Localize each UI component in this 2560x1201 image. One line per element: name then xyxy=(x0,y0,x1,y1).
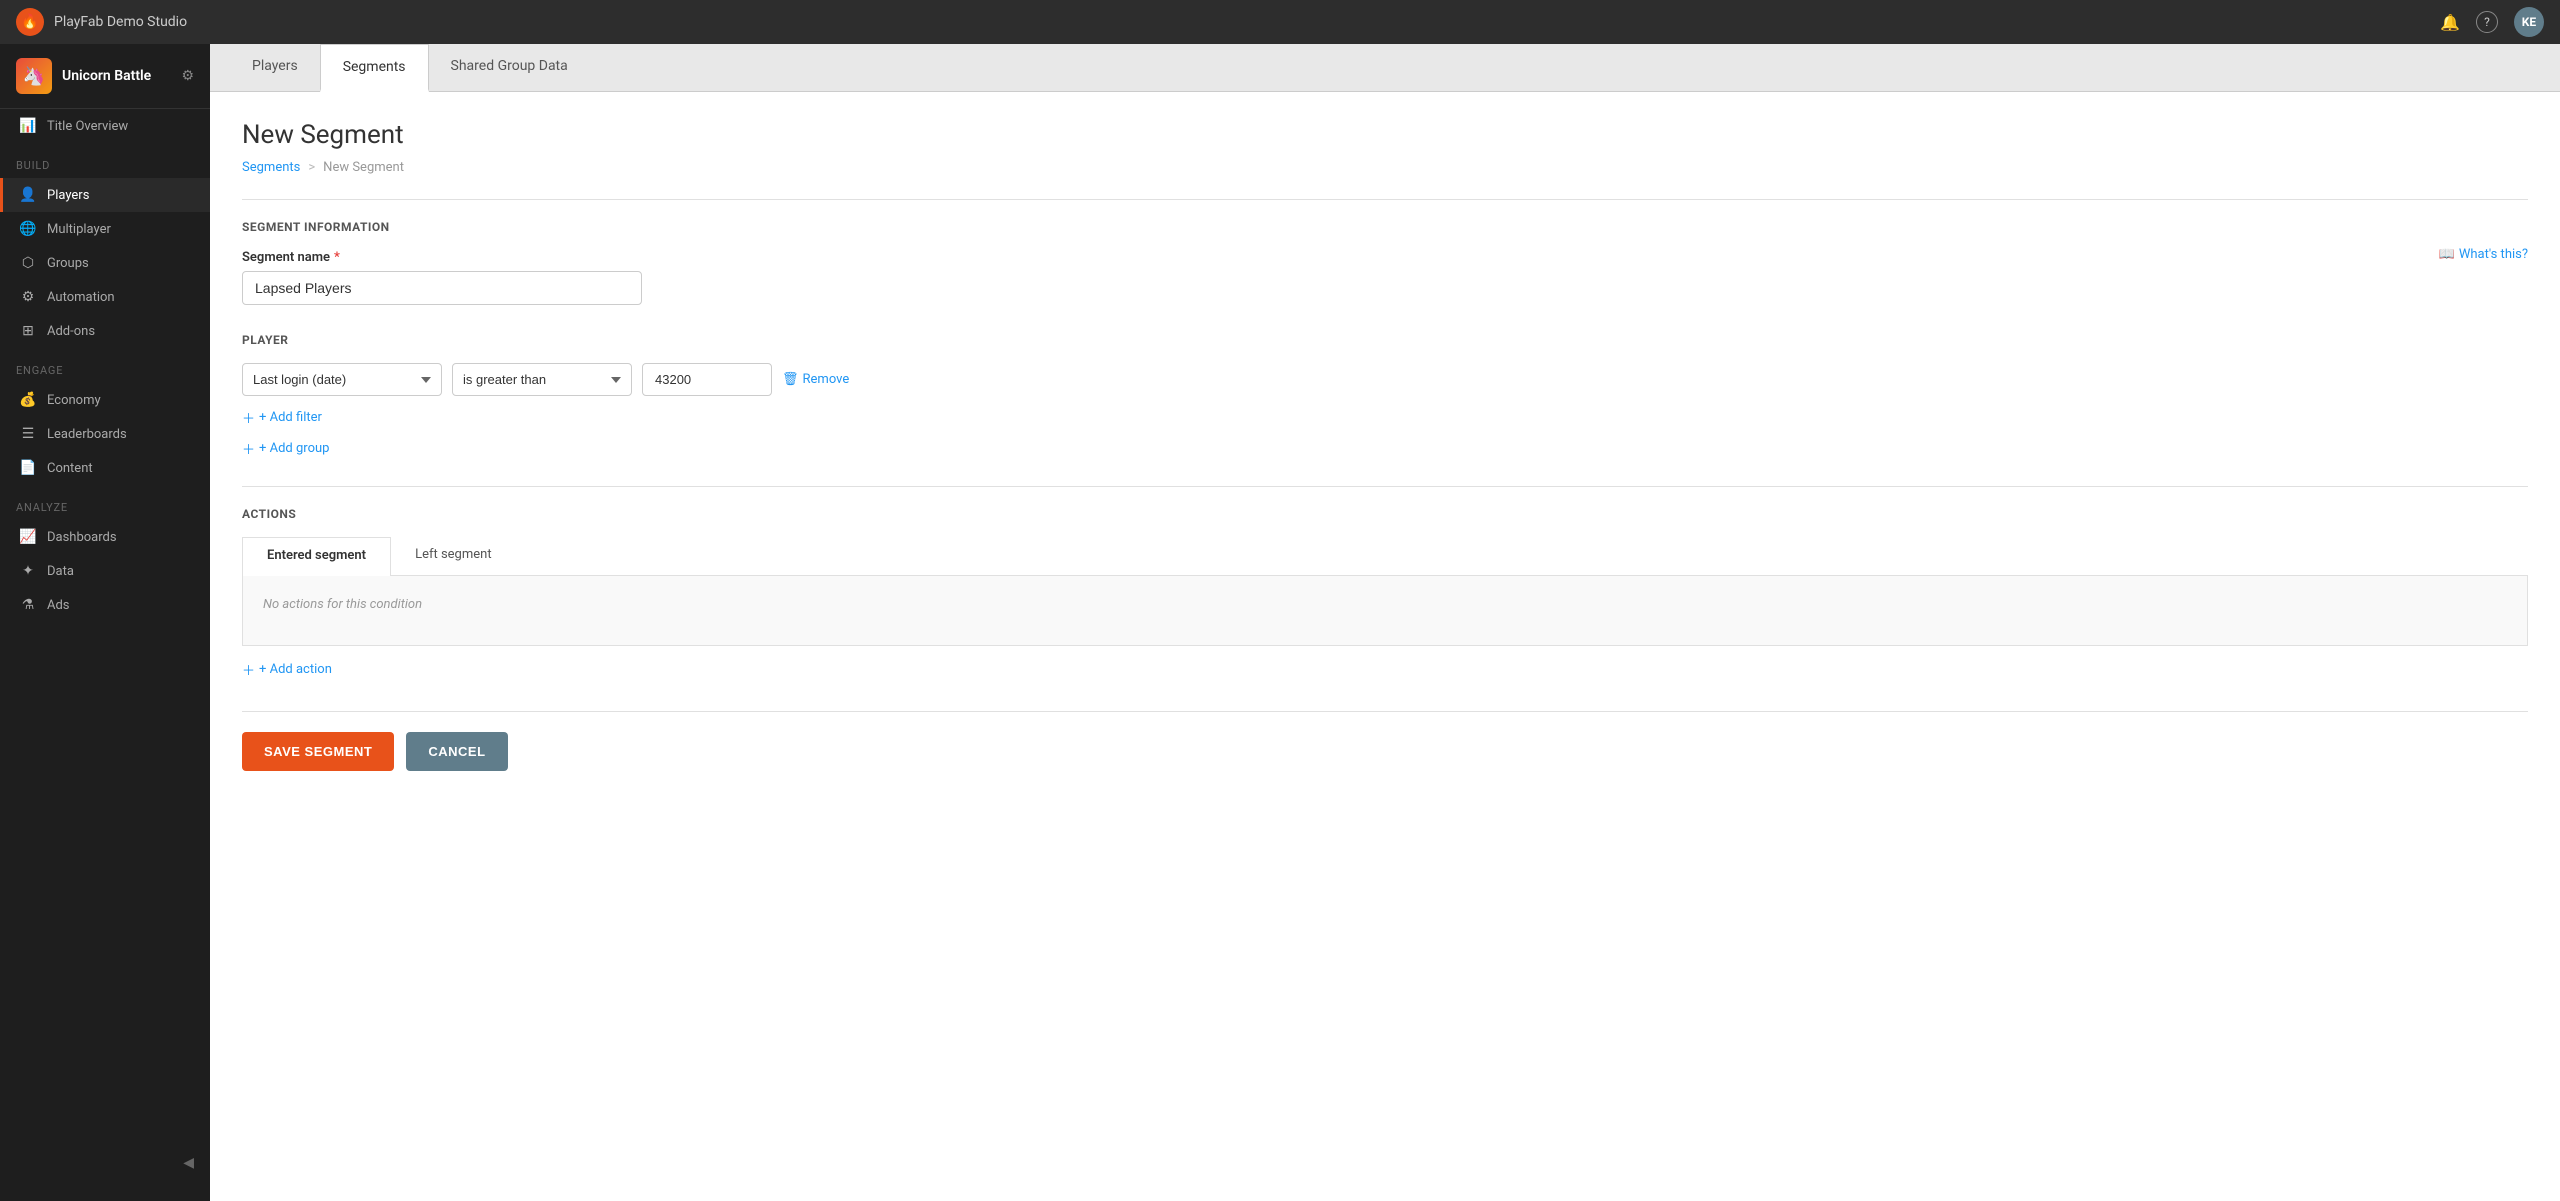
help-icon[interactable]: ? xyxy=(2476,11,2498,33)
sidebar-item-label: Leaderboards xyxy=(47,427,127,442)
sidebar-item-label: Add-ons xyxy=(47,324,95,339)
sidebar-item-label: Groups xyxy=(47,256,89,271)
game-name: Unicorn Battle xyxy=(62,68,151,84)
bar-chart-icon: 📊 xyxy=(19,118,37,134)
studio-name: PlayFab Demo Studio xyxy=(54,14,187,30)
sidebar-item-label: Content xyxy=(47,461,93,476)
no-actions-text: No actions for this condition xyxy=(263,597,422,612)
remove-filter-button[interactable]: 🗑 Remove xyxy=(782,372,849,387)
segment-name-label: Segment name * xyxy=(242,250,2528,265)
globe-icon: 🌐 xyxy=(19,221,37,237)
analyze-section-label: ANALYZE xyxy=(0,485,210,520)
ads-icon: ⚗ xyxy=(19,597,37,613)
sidebar-item-groups[interactable]: ⬡ Groups xyxy=(0,246,210,280)
player-filter-section: PLAYER Last login (date) Total value to … xyxy=(242,333,2528,458)
filter-field-select[interactable]: Last login (date) Total value to date To… xyxy=(242,363,442,396)
game-icon: 🦄 xyxy=(16,58,52,94)
tab-left-segment[interactable]: Left segment xyxy=(391,537,516,575)
sidebar-item-label: Automation xyxy=(47,290,115,305)
game-selector[interactable]: 🦄 Unicorn Battle ⚙ xyxy=(0,44,210,109)
tab-bar: Players Segments Shared Group Data xyxy=(210,44,2560,92)
sidebar-item-multiplayer[interactable]: 🌐 Multiplayer xyxy=(0,212,210,246)
dashboards-icon: 📈 xyxy=(19,529,37,545)
add-action-button[interactable]: ＋ + Add action xyxy=(242,660,2528,679)
app-logo: 🔥 xyxy=(16,8,44,36)
build-section-label: BUILD xyxy=(0,143,210,178)
player-section-title: PLAYER xyxy=(242,333,2528,347)
sidebar-collapse-button[interactable]: ◀ xyxy=(0,1145,210,1181)
book-icon: 📖 xyxy=(2439,247,2455,262)
sidebar-item-label: Data xyxy=(47,564,74,579)
sidebar-item-players[interactable]: 👤 Players xyxy=(0,178,210,212)
person-icon: 👤 xyxy=(19,187,37,203)
segment-info-title: SEGMENT INFORMATION xyxy=(242,220,2528,234)
user-avatar[interactable]: KE xyxy=(2514,7,2544,37)
plus-icon-filter: ＋ xyxy=(242,408,255,427)
economy-icon: 💰 xyxy=(19,392,37,408)
engage-section-label: ENGAGE xyxy=(0,348,210,383)
sidebar-item-label: Multiplayer xyxy=(47,222,111,237)
sidebar-item-economy[interactable]: 💰 Economy xyxy=(0,383,210,417)
sidebar-item-data[interactable]: ✦ Data xyxy=(0,554,210,588)
cancel-button[interactable]: CANCEL xyxy=(406,732,507,771)
tab-players[interactable]: Players xyxy=(230,44,320,91)
sidebar-item-label: Ads xyxy=(47,598,70,613)
breadcrumb-current: New Segment xyxy=(323,160,404,175)
topbar-right: 🔔 ? KE xyxy=(2440,7,2544,37)
filter-value-input[interactable] xyxy=(642,363,772,396)
tab-segments[interactable]: Segments xyxy=(320,44,429,92)
bottom-actions: SAVE SEGMENT CANCEL xyxy=(242,711,2528,771)
sidebar-item-content[interactable]: 📄 Content xyxy=(0,451,210,485)
sidebar-item-label: Players xyxy=(47,188,89,203)
whats-this-link[interactable]: 📖 What's this? xyxy=(2439,247,2528,262)
actions-title: ACTIONS xyxy=(242,507,2528,521)
groups-icon: ⬡ xyxy=(19,255,37,271)
addons-icon: ⊞ xyxy=(19,323,37,339)
sidebar-item-ads[interactable]: ⚗ Ads xyxy=(0,588,210,622)
divider-2 xyxy=(242,486,2528,487)
leaderboards-icon: ☰ xyxy=(19,426,37,442)
sidebar-item-leaderboards[interactable]: ☰ Leaderboards xyxy=(0,417,210,451)
segment-name-input[interactable] xyxy=(242,271,642,305)
sidebar-item-label: Economy xyxy=(47,393,101,408)
game-settings-icon[interactable]: ⚙ xyxy=(181,68,194,84)
segment-info-section: SEGMENT INFORMATION Segment name * xyxy=(242,220,2528,305)
actions-tab-bar: Entered segment Left segment xyxy=(242,537,2528,576)
sidebar: 🦄 Unicorn Battle ⚙ 📊 Title Overview BUIL… xyxy=(0,44,210,1201)
tab-shared-group-data[interactable]: Shared Group Data xyxy=(429,44,590,91)
required-indicator: * xyxy=(334,250,340,265)
page-title: New Segment xyxy=(242,120,2528,150)
content-area: New Segment Segments > New Segment 📖 Wha… xyxy=(210,92,2560,1201)
actions-section: ACTIONS Entered segment Left segment No … xyxy=(242,507,2528,679)
breadcrumb-link[interactable]: Segments xyxy=(242,160,300,175)
save-segment-button[interactable]: SAVE SEGMENT xyxy=(242,732,394,771)
topbar: 🔥 PlayFab Demo Studio 🔔 ? KE xyxy=(0,0,2560,44)
breadcrumb-separator: > xyxy=(308,160,315,175)
app-layout: 🦄 Unicorn Battle ⚙ 📊 Title Overview BUIL… xyxy=(0,44,2560,1201)
sidebar-item-label: Title Overview xyxy=(47,119,128,134)
trash-icon: 🗑 xyxy=(782,372,799,387)
divider-1 xyxy=(242,199,2528,200)
add-group-button[interactable]: ＋ + Add group xyxy=(242,439,2528,458)
notification-icon[interactable]: 🔔 xyxy=(2440,13,2460,32)
filter-operator-select[interactable]: is greater than is less than is equal to… xyxy=(452,363,632,396)
data-icon: ✦ xyxy=(19,563,37,579)
tab-entered-segment[interactable]: Entered segment xyxy=(242,537,391,576)
breadcrumb: Segments > New Segment xyxy=(242,160,2528,175)
content-icon: 📄 xyxy=(19,460,37,476)
actions-content: No actions for this condition xyxy=(242,576,2528,646)
main-area: Players Segments Shared Group Data New S… xyxy=(210,44,2560,1201)
sidebar-item-addons[interactable]: ⊞ Add-ons xyxy=(0,314,210,348)
sidebar-item-label: Dashboards xyxy=(47,530,117,545)
sidebar-item-title-overview[interactable]: 📊 Title Overview xyxy=(0,109,210,143)
filter-row: Last login (date) Total value to date To… xyxy=(242,363,2528,396)
add-filter-button[interactable]: ＋ + Add filter xyxy=(242,408,2528,427)
topbar-left: 🔥 PlayFab Demo Studio xyxy=(16,8,187,36)
automation-icon: ⚙ xyxy=(19,289,37,305)
plus-icon-group: ＋ xyxy=(242,439,255,458)
plus-icon-action: ＋ xyxy=(242,660,255,679)
sidebar-item-automation[interactable]: ⚙ Automation xyxy=(0,280,210,314)
sidebar-item-dashboards[interactable]: 📈 Dashboards xyxy=(0,520,210,554)
